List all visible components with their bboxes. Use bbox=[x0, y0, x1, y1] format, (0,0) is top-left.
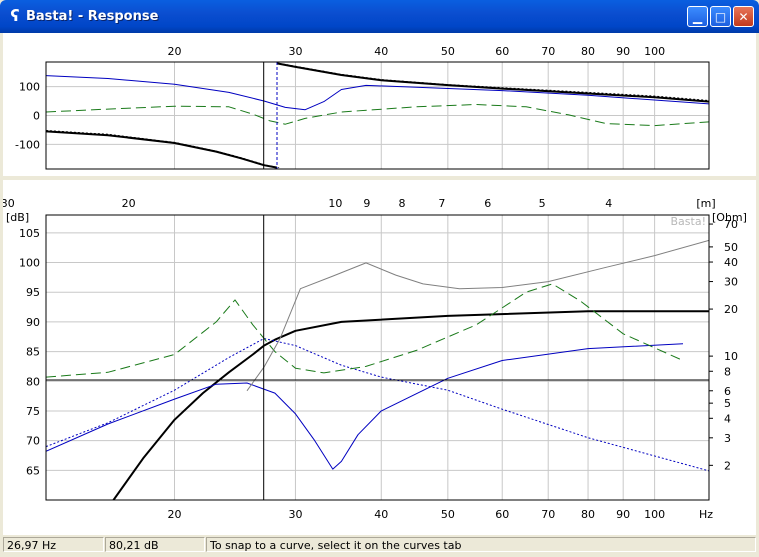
y2-tick-label: 40 bbox=[724, 256, 738, 269]
x-tick-label: 50 bbox=[441, 508, 455, 521]
top-tick-label: 4 bbox=[605, 197, 612, 210]
y-tick-label: 65 bbox=[26, 464, 40, 477]
status-hint: To snap to a curve, select it on the cur… bbox=[206, 537, 756, 552]
status-frequency: 26,97 Hz bbox=[3, 537, 104, 552]
y-axis-label: [dB] bbox=[6, 211, 29, 224]
y-tick-label: 0 bbox=[33, 110, 40, 123]
top-unit-label: [m] bbox=[696, 197, 715, 210]
phase-plot[interactable]: 20 30 40 50 60 70 80 90 100 100 0 -100 bbox=[15, 45, 710, 170]
top-tick-label: 8 bbox=[398, 197, 405, 210]
status-level: 80,21 dB bbox=[105, 537, 205, 552]
y2-tick-label: 5 bbox=[724, 397, 731, 410]
y2-tick-label: 2 bbox=[724, 459, 731, 472]
x-tick-label: 100 bbox=[644, 45, 665, 58]
top-tick-label: 10 bbox=[328, 197, 342, 210]
x-tick-label: 80 bbox=[581, 45, 595, 58]
y2-tick-label: 8 bbox=[724, 365, 731, 378]
top-tick-label: 20 bbox=[122, 197, 136, 210]
x-tick-label: 20 bbox=[168, 508, 182, 521]
plot-background bbox=[46, 215, 709, 500]
main-window: ʕ Basta! - Response ▁ □ ✕ 20 30 40 50 60 70 80… bbox=[0, 0, 759, 557]
x-unit-label: Hz bbox=[699, 508, 713, 521]
x-tick-label: 30 bbox=[288, 45, 302, 58]
response-plots[interactable]: 20 30 40 50 60 70 80 90 100 100 0 -100 20 30 40 50 60 70… bbox=[3, 33, 756, 535]
y2-tick-label: 30 bbox=[724, 276, 738, 289]
top-tick-label: 7 bbox=[438, 197, 445, 210]
x-tick-label: 90 bbox=[616, 45, 630, 58]
y-tick-label: 85 bbox=[26, 346, 40, 359]
x-tick-label: 20 bbox=[168, 45, 182, 58]
x-tick-label: 60 bbox=[495, 508, 509, 521]
x-tick-label: 40 bbox=[374, 508, 388, 521]
y-tick-label: 80 bbox=[26, 375, 40, 388]
y2-tick-label: 4 bbox=[724, 412, 731, 425]
y2-tick-label: 6 bbox=[724, 385, 731, 398]
y2-tick-label: 70 bbox=[724, 218, 738, 231]
x-tick-label: 60 bbox=[495, 45, 509, 58]
y-tick-label: 90 bbox=[26, 316, 40, 329]
x-tick-label: 100 bbox=[644, 508, 665, 521]
minimize-icon: ▁ bbox=[692, 10, 703, 24]
y-tick-label: 95 bbox=[26, 286, 40, 299]
y2-tick-label: 50 bbox=[724, 241, 738, 254]
x-tick-label: 70 bbox=[541, 45, 555, 58]
close-button[interactable]: ✕ bbox=[733, 6, 754, 27]
x-tick-label: 80 bbox=[581, 508, 595, 521]
status-bar: 26,97 Hz 80,21 dB To snap to a curve, se… bbox=[3, 535, 756, 554]
y-tick-label: 70 bbox=[26, 435, 40, 448]
watermark: Basta! bbox=[671, 215, 706, 228]
y2-tick-label: 20 bbox=[724, 303, 738, 316]
minimize-button[interactable]: ▁ bbox=[687, 6, 708, 27]
x-tick-label: 70 bbox=[541, 508, 555, 521]
y-tick-label: -100 bbox=[15, 138, 40, 151]
y2-tick-label: 3 bbox=[724, 432, 731, 445]
x-tick-label: 90 bbox=[616, 508, 630, 521]
title-bar[interactable]: ʕ Basta! - Response ▁ □ ✕ bbox=[0, 0, 759, 33]
magnitude-plot[interactable]: 20 30 40 50 60 70 80 90 100657075808590951001053… bbox=[3, 197, 747, 535]
window-title: Basta! - Response bbox=[26, 9, 159, 24]
basta-icon[interactable]: ʕ bbox=[6, 7, 24, 25]
y-tick-label: 75 bbox=[26, 405, 40, 418]
y2-tick-label: 10 bbox=[724, 350, 738, 363]
chart-area[interactable]: 20 30 40 50 60 70 80 90 100 100 0 -100 20 30 40 50 60 70… bbox=[3, 33, 756, 535]
y-tick-label: 100 bbox=[19, 81, 40, 94]
y-tick-label: 100 bbox=[19, 257, 40, 270]
top-tick-label: 9 bbox=[363, 197, 370, 210]
x-tick-label: 40 bbox=[374, 45, 388, 58]
close-icon: ✕ bbox=[738, 10, 749, 24]
y-tick-label: 105 bbox=[19, 227, 40, 240]
x-tick-label: 50 bbox=[441, 45, 455, 58]
maximize-button[interactable]: □ bbox=[710, 6, 731, 27]
plot-splitter[interactable] bbox=[3, 176, 756, 180]
x-tick-label: 30 bbox=[288, 508, 302, 521]
top-tick-label: 5 bbox=[539, 197, 546, 210]
maximize-icon: □ bbox=[714, 10, 727, 24]
top-tick-label: 30 bbox=[3, 197, 15, 210]
top-tick-label: 6 bbox=[484, 197, 491, 210]
